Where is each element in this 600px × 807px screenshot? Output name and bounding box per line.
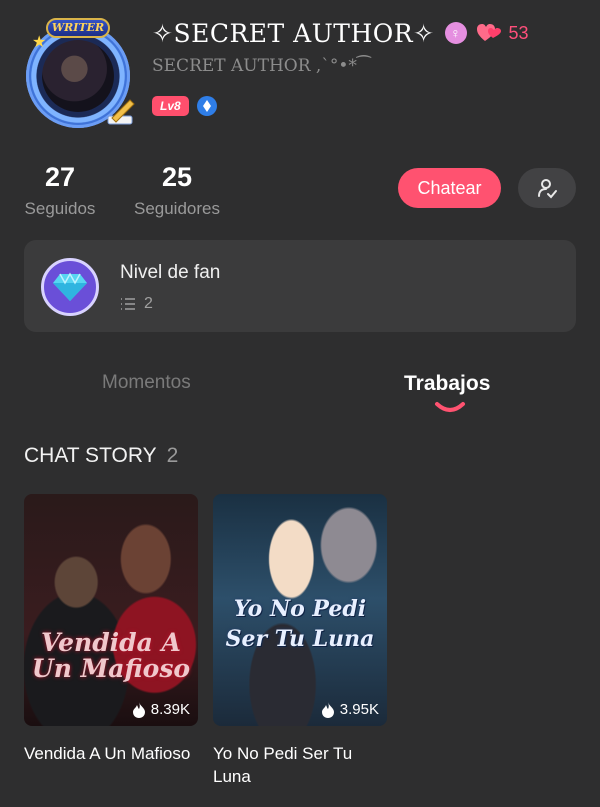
- views-count: 3.95K: [339, 701, 379, 718]
- views-badge: 3.95K: [321, 701, 379, 718]
- section-count: 2: [166, 444, 179, 467]
- flame-icon: [321, 701, 334, 718]
- author-handle: SECRET AUTHOR ,`°•*⁀: [152, 56, 371, 76]
- views-badge: 8.39K: [132, 701, 190, 718]
- follow-button[interactable]: [518, 168, 576, 208]
- book-card[interactable]: Yo No Pedi Ser Tu Luna 3.95K Yo No Pedi …: [213, 494, 387, 788]
- chat-button[interactable]: Chatear: [398, 168, 501, 208]
- fan-count: 2: [144, 295, 153, 312]
- user-follow-icon: [538, 179, 557, 199]
- tab-moments[interactable]: Momentos: [102, 372, 191, 394]
- list-icon: [121, 298, 135, 310]
- female-symbol-icon: ♀: [444, 22, 467, 44]
- hearts-icon: [476, 24, 501, 41]
- section-title: CHAT STORY: [24, 444, 157, 467]
- quill-icon: [107, 99, 135, 125]
- level-badge[interactable]: Lv8: [152, 96, 189, 116]
- book-card[interactable]: Vendida A Un Mafioso 8.39K Vendida A Un …: [24, 494, 198, 765]
- fan-level-count-row: 2: [120, 295, 153, 313]
- likes-count: 53: [508, 22, 529, 43]
- author-name: ✧SECRET AUTHOR✧: [152, 18, 435, 48]
- active-tab-indicator: [435, 402, 465, 412]
- followers-label: Seguidores: [133, 199, 220, 218]
- views-count: 8.39K: [150, 701, 190, 718]
- tab-works[interactable]: Trabajos: [404, 372, 490, 396]
- cover-title: Vendida A Un Mafioso: [31, 628, 191, 683]
- badge-row: Lv8: [152, 96, 217, 116]
- fan-level-card[interactable]: Nivel de fan 2: [24, 240, 576, 332]
- book-cover[interactable]: Yo No Pedi Ser Tu Luna 3.95K: [213, 494, 387, 726]
- fan-level-title: Nivel de fan: [120, 262, 221, 283]
- following-count: 27: [44, 162, 76, 192]
- book-title[interactable]: Yo No Pedi Ser Tu Luna: [213, 742, 387, 788]
- author-avatar[interactable]: ★ WRITER: [22, 18, 135, 130]
- star-icon: ★: [32, 34, 47, 51]
- book-cover[interactable]: Vendida A Un Mafioso 8.39K: [24, 494, 198, 726]
- followers-count: 25: [161, 162, 193, 192]
- book-title[interactable]: Vendida A Un Mafioso: [24, 742, 198, 765]
- writer-badge: WRITER: [46, 18, 110, 38]
- author-name-row: ✧SECRET AUTHOR✧ ♀ 53: [152, 16, 529, 50]
- following-stat[interactable]: 27 Seguidos: [24, 162, 96, 219]
- likes-counter[interactable]: 53: [476, 22, 529, 44]
- diamond-badge-icon[interactable]: [196, 96, 217, 116]
- followers-stat[interactable]: 25 Seguidores: [132, 162, 222, 219]
- diamond-icon: [41, 258, 99, 316]
- cover-title: Yo No Pedi Ser Tu Luna: [225, 596, 375, 652]
- flame-icon: [132, 701, 145, 718]
- section-header: CHAT STORY 2: [24, 444, 178, 468]
- following-label: Seguidos: [24, 199, 96, 218]
